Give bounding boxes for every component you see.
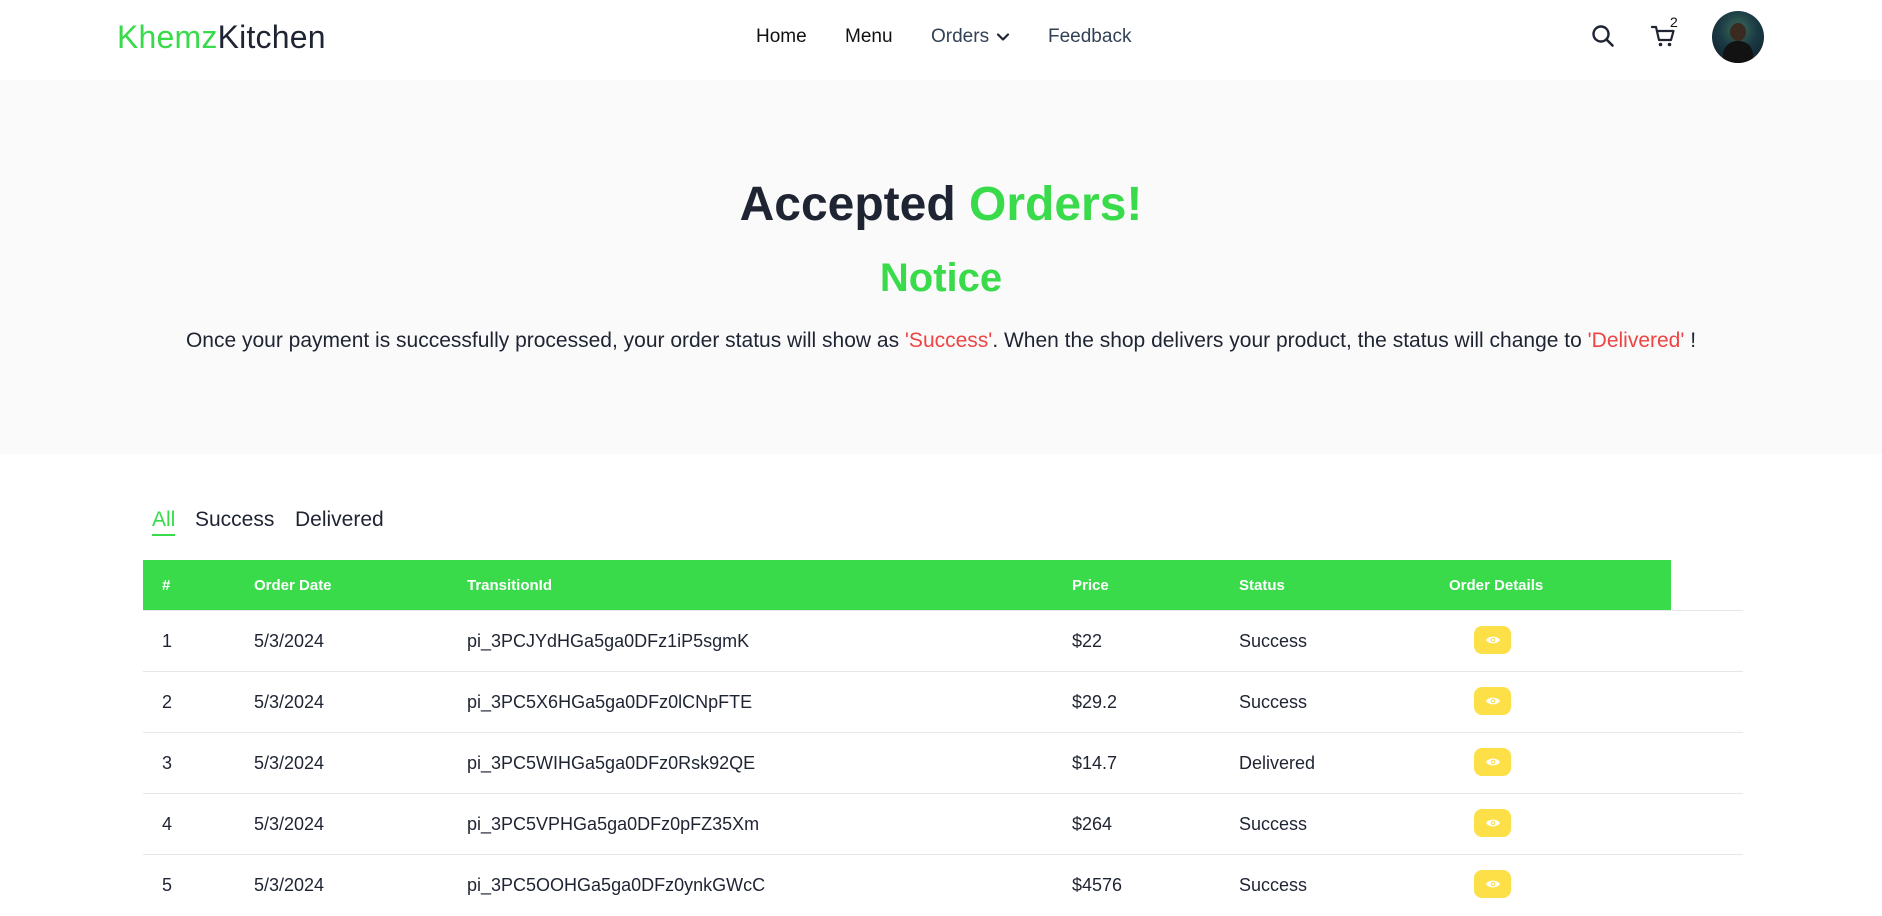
cell-num: 2: [162, 692, 173, 712]
navbar: KhemzKitchen Home Menu Orders Feedback 2: [0, 0, 1882, 80]
table-row: 5 5/3/2024 pi_3PC5OOHGa5ga0DFz0ynkGWcC $…: [143, 855, 1743, 916]
cell-status: Success: [1239, 692, 1308, 712]
view-order-button[interactable]: [1474, 809, 1511, 837]
eye-icon: [1485, 636, 1500, 644]
notice-text-part1: Once your payment is successfully proces…: [185, 329, 905, 352]
cell-transition-id: pi_3PC5OOHGa5ga0DFz0ynkGWcC: [467, 875, 766, 895]
cell-price: $4576: [1072, 875, 1123, 895]
eye-icon: [1485, 758, 1500, 766]
notice-status-delivered: 'Delivered': [1587, 329, 1685, 352]
hero-section: Accepted Orders! Notice Once your paymen…: [0, 80, 1882, 454]
avatar-head-shape: [1730, 23, 1746, 41]
cart-count-badge: 2: [1670, 14, 1678, 30]
view-order-button[interactable]: [1474, 626, 1511, 654]
header-price: Price: [1072, 577, 1109, 594]
header-status: Status: [1239, 577, 1285, 594]
cell-order-date: 5/3/2024: [254, 753, 325, 773]
cell-status: Delivered: [1239, 753, 1316, 773]
page-title: Accepted Orders!: [0, 177, 1882, 232]
avatar-body-shape: [1723, 41, 1753, 63]
eye-icon: [1485, 697, 1500, 705]
table-row: 2 5/3/2024 pi_3PC5X6HGa5ga0DFz0lCNpFTE $…: [143, 672, 1743, 733]
cell-order-date: 5/3/2024: [254, 692, 325, 712]
eye-icon: [1485, 880, 1500, 888]
chevron-down-icon: [996, 33, 1010, 41]
search-icon[interactable]: [1590, 23, 1616, 49]
nav-orders-dropdown[interactable]: Orders: [931, 26, 1011, 48]
cell-status: Success: [1239, 631, 1308, 651]
table-row: 4 5/3/2024 pi_3PC5VPHGa5ga0DFz0pFZ35Xm $…: [143, 794, 1743, 855]
active-tab-indicator: [152, 534, 175, 536]
cell-transition-id: pi_3PC5X6HGa5ga0DFz0lCNpFTE: [467, 692, 753, 712]
header-transition-id: TransitionId: [467, 577, 553, 594]
cell-price: $29.2: [1072, 692, 1118, 712]
nav-orders-label: Orders: [931, 26, 990, 47]
cell-transition-id: pi_3PC5VPHGa5ga0DFz0pFZ35Xm: [467, 814, 760, 834]
view-order-button[interactable]: [1474, 687, 1511, 715]
cell-order-date: 5/3/2024: [254, 875, 325, 895]
notice-status-success: 'Success': [904, 329, 993, 352]
notice-text: Once your payment is successfully proces…: [0, 329, 1882, 353]
eye-icon: [1485, 819, 1500, 827]
orders-table-header: # Order Date TransitionId Price Status O…: [143, 560, 1671, 610]
cell-num: 3: [162, 753, 173, 773]
table-row: 3 5/3/2024 pi_3PC5WIHGa5ga0DFz0Rsk92QE $…: [143, 733, 1743, 794]
tab-delivered[interactable]: Delivered: [295, 508, 384, 532]
cell-price: $14.7: [1072, 753, 1118, 773]
table-row: 1 5/3/2024 pi_3PCJYdHGa5ga0DFz1iP5sgmK $…: [143, 611, 1743, 672]
page-title-part1: Accepted: [739, 178, 956, 231]
cell-price: $22: [1072, 631, 1103, 651]
cell-status: Success: [1239, 875, 1308, 895]
cell-order-date: 5/3/2024: [254, 814, 325, 834]
notice-heading: Notice: [879, 256, 1003, 300]
header-order-date: Order Date: [254, 577, 332, 594]
cell-num: 1: [162, 631, 173, 651]
cell-price: $264: [1072, 814, 1113, 834]
notice-text-part2: . When the shop delivers your product, t…: [992, 329, 1588, 352]
tab-all[interactable]: All: [152, 508, 175, 532]
nav-menu-link[interactable]: Menu: [845, 26, 893, 48]
cell-status: Success: [1239, 814, 1308, 834]
nav-feedback-link[interactable]: Feedback: [1048, 26, 1131, 48]
view-order-button[interactable]: [1474, 870, 1511, 898]
header-order-details: Order Details: [1449, 577, 1544, 594]
view-order-button[interactable]: [1474, 748, 1511, 776]
tab-success[interactable]: Success: [195, 508, 274, 532]
cell-num: 4: [162, 814, 173, 834]
page-title-part2: Orders!: [969, 178, 1143, 231]
cell-transition-id: pi_3PCJYdHGa5ga0DFz1iP5sgmK: [467, 631, 750, 651]
nav-home-link[interactable]: Home: [756, 26, 807, 48]
header-num: #: [162, 577, 171, 594]
cell-transition-id: pi_3PC5WIHGa5ga0DFz0Rsk92QE: [467, 753, 756, 773]
cell-num: 5: [162, 875, 173, 895]
notice-text-part3: !: [1684, 329, 1697, 352]
cell-order-date: 5/3/2024: [254, 631, 325, 651]
user-avatar[interactable]: [1712, 11, 1764, 63]
